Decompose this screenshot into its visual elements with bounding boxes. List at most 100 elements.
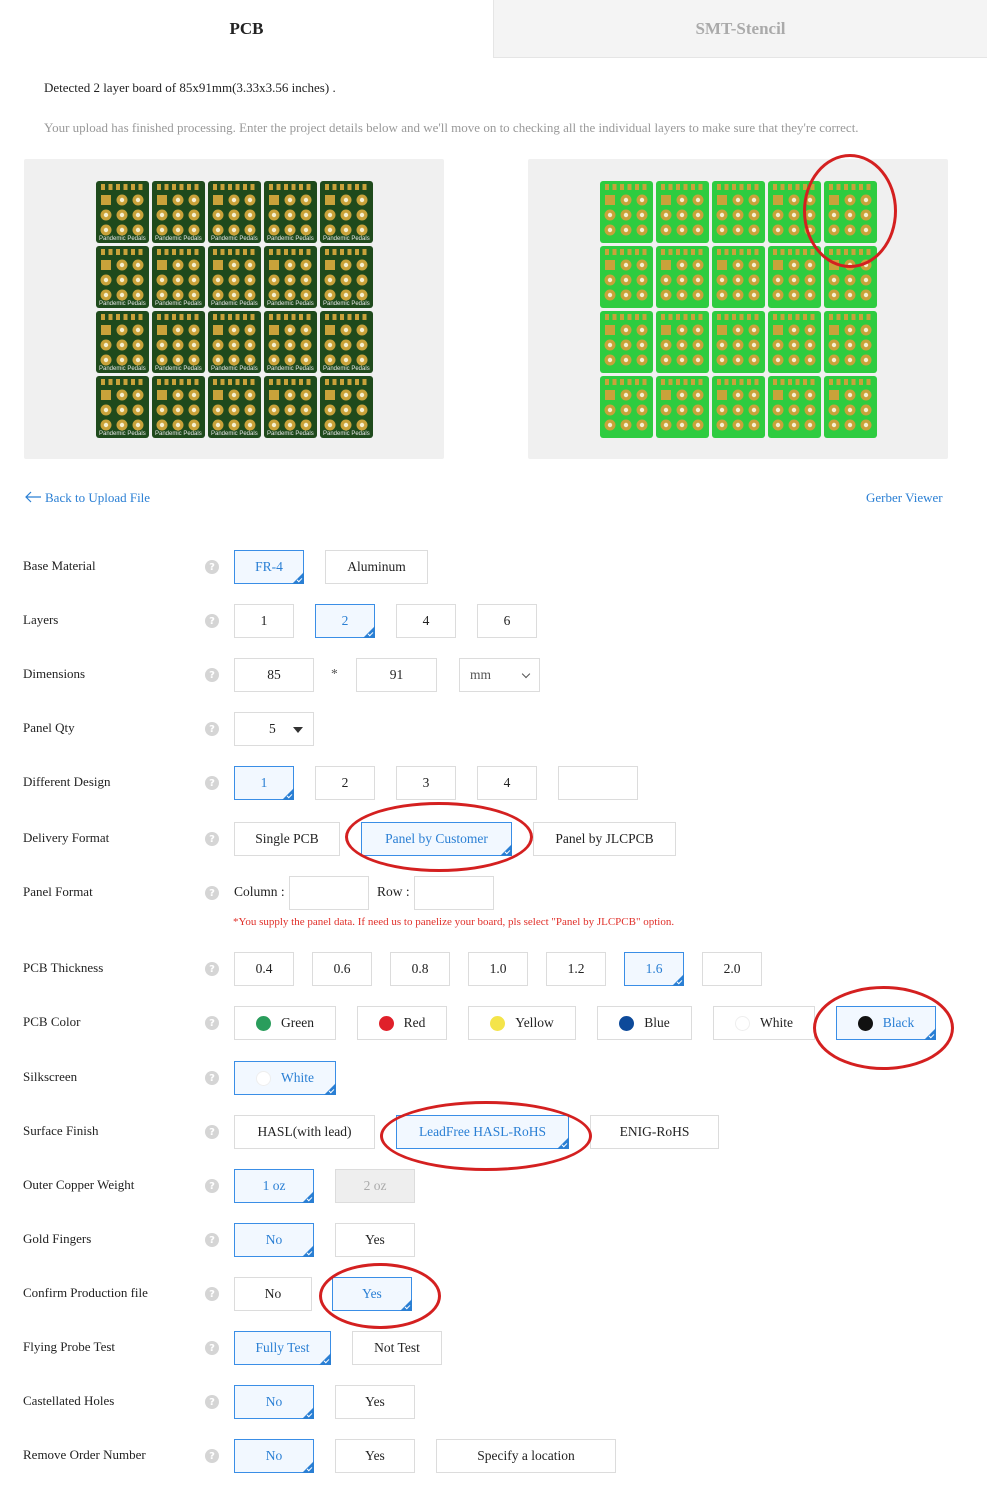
- svg-text:Pandemic Pedals: Pandemic Pedals: [155, 236, 202, 242]
- option-layers-6[interactable]: 6: [477, 604, 537, 638]
- dimension-unit-select[interactable]: mm: [459, 658, 540, 692]
- svg-text:Pandemic Pedals: Pandemic Pedals: [323, 431, 370, 437]
- pcb-top-preview: Pandemic Pedals Pandemic Pedals Pandemic P…: [24, 159, 444, 459]
- help-icon[interactable]: ?: [205, 886, 219, 900]
- option-design-4[interactable]: 4: [477, 766, 537, 800]
- option-design-2[interactable]: 2: [315, 766, 375, 800]
- label-panel-qty: Panel Qty: [23, 720, 75, 735]
- svg-text:Pandemic Pedals: Pandemic Pedals: [99, 366, 146, 372]
- option-confirm-yes[interactable]: Yes: [332, 1277, 412, 1311]
- panel-qty-select[interactable]: 5: [234, 712, 314, 746]
- label-gold-fingers: Gold Fingers: [23, 1231, 92, 1246]
- option-copper-1oz[interactable]: 1 oz: [234, 1169, 314, 1203]
- svg-text:Pandemic Pedals: Pandemic Pedals: [155, 431, 202, 437]
- option-design-3[interactable]: 3: [396, 766, 456, 800]
- option-gold-fingers-yes[interactable]: Yes: [335, 1223, 415, 1257]
- svg-text:Pandemic Pedals: Pandemic Pedals: [211, 431, 258, 437]
- gerber-viewer-link[interactable]: Gerber Viewer: [866, 490, 943, 506]
- option-panel-by-customer[interactable]: Panel by Customer: [361, 822, 512, 856]
- label-surface-finish: Surface Finish: [23, 1123, 99, 1138]
- option-color-yellow[interactable]: Yellow: [468, 1006, 576, 1040]
- column-input[interactable]: [289, 876, 369, 910]
- dimension-times: *: [331, 666, 338, 681]
- svg-text:Pandemic Pedals: Pandemic Pedals: [267, 366, 314, 372]
- option-leadfree-hasl[interactable]: LeadFree HASL-RoHS: [396, 1115, 569, 1149]
- back-to-upload-link[interactable]: Back to Upload File: [24, 490, 150, 506]
- option-thickness-0.4[interactable]: 0.4: [234, 952, 294, 986]
- dimension-width-input[interactable]: 85: [234, 658, 314, 692]
- white-swatch-icon: [735, 1015, 750, 1031]
- option-layers-4[interactable]: 4: [396, 604, 456, 638]
- option-panel-by-jlcpcb[interactable]: Panel by JLCPCB: [533, 822, 676, 856]
- svg-text:Pandemic Pedals: Pandemic Pedals: [155, 301, 202, 307]
- svg-text:Pandemic Pedals: Pandemic Pedals: [99, 236, 146, 242]
- tab-bar: PCB SMT-Stencil: [0, 0, 987, 58]
- tab-pcb[interactable]: PCB: [0, 0, 493, 58]
- option-layers-2[interactable]: 2: [315, 604, 375, 638]
- option-thickness-1.0[interactable]: 1.0: [468, 952, 528, 986]
- option-castellated-yes[interactable]: Yes: [335, 1385, 415, 1419]
- svg-text:Pandemic Pedals: Pandemic Pedals: [211, 236, 258, 242]
- option-remove-order-yes[interactable]: Yes: [335, 1439, 415, 1473]
- white-swatch-icon: [256, 1070, 271, 1086]
- option-layers-1[interactable]: 1: [234, 604, 294, 638]
- option-thickness-0.6[interactable]: 0.6: [312, 952, 372, 986]
- help-icon[interactable]: ?: [205, 1071, 219, 1085]
- option-gold-fingers-no[interactable]: No: [234, 1223, 314, 1257]
- option-aluminum[interactable]: Aluminum: [325, 550, 428, 584]
- option-design-1[interactable]: 1: [234, 766, 294, 800]
- option-hasl-with-lead[interactable]: HASL(with lead): [234, 1115, 375, 1149]
- help-icon[interactable]: ?: [205, 1233, 219, 1247]
- option-silkscreen-white[interactable]: White: [234, 1061, 336, 1095]
- option-color-green[interactable]: Green: [234, 1006, 336, 1040]
- caret-down-icon: [293, 727, 303, 733]
- option-confirm-no[interactable]: No: [234, 1277, 312, 1311]
- option-castellated-no[interactable]: No: [234, 1385, 314, 1419]
- column-label: Column :: [234, 884, 285, 899]
- help-icon[interactable]: ?: [205, 832, 219, 846]
- help-icon[interactable]: ?: [205, 560, 219, 574]
- svg-text:Pandemic Pedals: Pandemic Pedals: [323, 236, 370, 242]
- option-thickness-0.8[interactable]: 0.8: [390, 952, 450, 986]
- chevron-down-icon: [521, 669, 531, 679]
- help-icon[interactable]: ?: [205, 722, 219, 736]
- option-thickness-1.6[interactable]: 1.6: [624, 952, 684, 986]
- label-silkscreen: Silkscreen: [23, 1069, 78, 1084]
- option-remove-order-no[interactable]: No: [234, 1439, 314, 1473]
- help-icon[interactable]: ?: [205, 776, 219, 790]
- help-icon[interactable]: ?: [205, 962, 219, 976]
- help-icon[interactable]: ?: [205, 1395, 219, 1409]
- option-fully-test[interactable]: Fully Test: [234, 1331, 331, 1365]
- help-icon[interactable]: ?: [205, 668, 219, 682]
- option-specify-location[interactable]: Specify a location: [436, 1439, 616, 1473]
- option-color-black[interactable]: Black: [836, 1006, 936, 1040]
- svg-text:Pandemic Pedals: Pandemic Pedals: [211, 366, 258, 372]
- pcb-top-image: Pandemic Pedals Pandemic Pedals Pandemic P…: [96, 181, 373, 438]
- row-label-text: Row :: [377, 884, 410, 899]
- option-color-red[interactable]: Red: [357, 1006, 447, 1040]
- option-color-blue[interactable]: Blue: [597, 1006, 692, 1040]
- help-icon[interactable]: ?: [205, 1341, 219, 1355]
- label-panel-format: Panel Format: [23, 884, 93, 899]
- option-enig-rohs[interactable]: ENIG-RoHS: [590, 1115, 719, 1149]
- option-color-white[interactable]: White: [713, 1006, 815, 1040]
- design-custom-input[interactable]: [558, 766, 638, 800]
- help-icon[interactable]: ?: [205, 1016, 219, 1030]
- option-copper-2oz[interactable]: 2 oz: [335, 1169, 415, 1203]
- option-single-pcb[interactable]: Single PCB: [234, 822, 340, 856]
- label-delivery-format: Delivery Format: [23, 830, 110, 845]
- help-icon[interactable]: ?: [205, 1125, 219, 1139]
- label-base-material: Base Material: [23, 558, 96, 573]
- row-input[interactable]: [414, 876, 494, 910]
- option-fr4[interactable]: FR-4: [234, 550, 304, 584]
- help-icon[interactable]: ?: [205, 1287, 219, 1301]
- help-icon[interactable]: ?: [205, 1449, 219, 1463]
- help-icon[interactable]: ?: [205, 614, 219, 628]
- tab-smt-stencil[interactable]: SMT-Stencil: [493, 0, 987, 58]
- option-thickness-1.2[interactable]: 1.2: [546, 952, 606, 986]
- dimension-height-input[interactable]: 91: [356, 658, 437, 692]
- option-thickness-2.0[interactable]: 2.0: [702, 952, 762, 986]
- help-icon[interactable]: ?: [205, 1179, 219, 1193]
- arrow-left-icon: [25, 491, 41, 503]
- option-not-test[interactable]: Not Test: [352, 1331, 442, 1365]
